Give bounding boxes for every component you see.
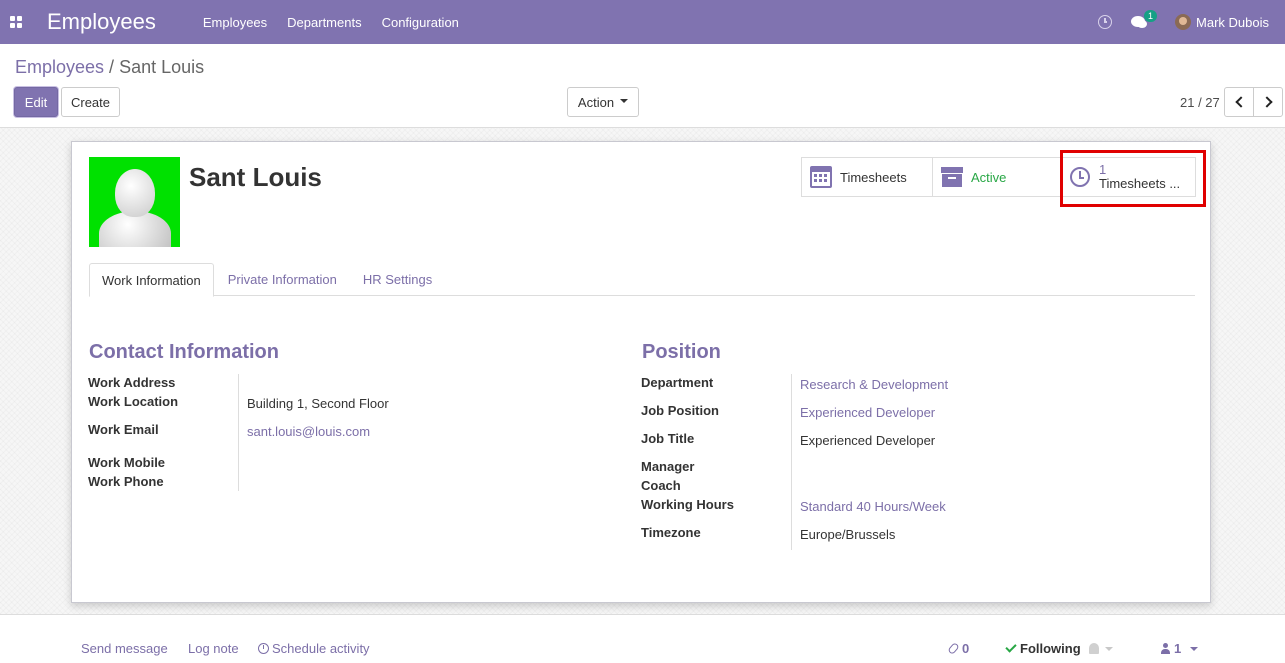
work-location-label: Work Location (88, 394, 179, 409)
action-label: Action (577, 94, 615, 110)
followers-count: 1 (1174, 641, 1182, 656)
caret-down-icon (1190, 647, 1199, 651)
contact-information-heading: Contact Information (89, 341, 279, 363)
employee-name: Sant Louis (189, 162, 322, 192)
send-message-link[interactable]: Send message (81, 641, 168, 656)
user-avatar[interactable] (1175, 14, 1192, 30)
form-sheet: Sant Louis Timesheets Active 1 Timesheet… (71, 141, 1211, 603)
caret-down-icon (620, 99, 629, 103)
apps-menu-icon[interactable] (1, 0, 31, 44)
message-count-badge: 1 (1144, 10, 1158, 22)
highlight-box (1060, 150, 1206, 207)
active-toggle-button[interactable]: Active (933, 158, 1062, 196)
department-label: Department (641, 375, 714, 390)
schedule-activity-label: Schedule activity (272, 641, 370, 656)
messaging-button[interactable]: 1 (1131, 10, 1158, 30)
log-note-label: Log note (188, 641, 239, 656)
pager-previous-button[interactable] (1224, 87, 1254, 117)
work-mobile-label: Work Mobile (88, 455, 166, 470)
bell-icon[interactable] (1088, 643, 1099, 654)
followers-button[interactable]: 1 (1161, 641, 1199, 656)
work-phone-label: Work Phone (88, 474, 164, 489)
clock-icon (258, 643, 269, 654)
form-notebook-tabs: Work Information Private Information HR … (89, 263, 1195, 297)
send-message-label: Send message (81, 641, 168, 656)
caret-down-icon[interactable] (1104, 647, 1113, 651)
job-position-label: Job Position (641, 403, 719, 418)
timesheets-smart-button[interactable]: Timesheets (802, 158, 933, 196)
work-email-value[interactable]: sant.louis@louis.com (247, 424, 370, 439)
navbar-systray: 1 Mark Dubois (1098, 0, 1285, 44)
tab-hr-settings[interactable]: HR Settings (351, 263, 444, 296)
top-navbar: Employees Employees Departments Configur… (0, 0, 1285, 44)
user-icon (1161, 643, 1170, 654)
log-note-link[interactable]: Log note (188, 641, 239, 656)
working-hours-value[interactable]: Standard 40 Hours/Week (800, 499, 946, 514)
position-column-divider (791, 374, 792, 550)
work-location-value[interactable]: Building 1, Second Floor (247, 396, 389, 411)
action-dropdown-button[interactable]: Action (567, 87, 639, 117)
chevron-right-icon (1260, 96, 1273, 108)
employee-photo[interactable] (89, 157, 180, 247)
job-position-value[interactable]: Experienced Developer (800, 405, 935, 420)
coach-label: Coach (641, 478, 681, 493)
chat-bubble-secondary (1137, 20, 1148, 28)
timesheets-label: Timesheets (840, 169, 907, 185)
menu-item-employees[interactable]: Employees (203, 15, 267, 30)
chevron-left-icon (1234, 96, 1247, 108)
menu-item-departments[interactable]: Departments (287, 15, 361, 30)
check-icon (1005, 641, 1017, 653)
breadcrumb-separator: / (109, 57, 115, 77)
schedule-activity-link[interactable]: Schedule activity (258, 641, 370, 656)
work-email-label: Work Email (88, 422, 159, 437)
breadcrumb: Employees / Sant Louis (15, 57, 204, 78)
placeholder-avatar-head (115, 169, 155, 217)
pager-next-button[interactable] (1253, 87, 1283, 117)
activity-clock-icon[interactable] (1098, 15, 1113, 29)
working-hours-label: Working Hours (641, 497, 734, 512)
paperclip-icon (947, 642, 960, 655)
attachments-button[interactable]: 0 (947, 641, 970, 656)
department-value[interactable]: Research & Development (800, 377, 948, 392)
breadcrumb-parent[interactable]: Employees (15, 57, 104, 77)
timezone-value[interactable]: Europe/Brussels (800, 527, 895, 542)
active-label: Active (971, 169, 1007, 185)
attachments-count: 0 (962, 641, 970, 656)
following-label: Following (1020, 641, 1081, 656)
menu-item-configuration[interactable]: Configuration (382, 15, 459, 30)
tab-private-information[interactable]: Private Information (216, 263, 349, 296)
timezone-label: Timezone (641, 525, 701, 540)
job-title-value[interactable]: Experienced Developer (800, 433, 935, 448)
edit-button[interactable]: Edit (14, 87, 58, 117)
pager-value[interactable]: 21 / 27 (1180, 95, 1220, 110)
contact-column-divider (238, 374, 239, 491)
tab-work-information[interactable]: Work Information (89, 263, 214, 297)
user-menu[interactable]: Mark Dubois (1196, 15, 1269, 30)
app-title[interactable]: Employees (47, 9, 156, 35)
archive-icon (941, 167, 963, 187)
main-menu: Employees Departments Configuration (203, 15, 479, 30)
calendar-icon (810, 166, 832, 188)
following-button[interactable]: Following (1005, 641, 1113, 656)
breadcrumb-current: Sant Louis (119, 57, 205, 77)
position-heading: Position (642, 341, 721, 363)
create-button[interactable]: Create (61, 87, 120, 117)
work-address-label: Work Address (88, 375, 176, 390)
job-title-label: Job Title (641, 431, 695, 446)
manager-label: Manager (641, 459, 695, 474)
